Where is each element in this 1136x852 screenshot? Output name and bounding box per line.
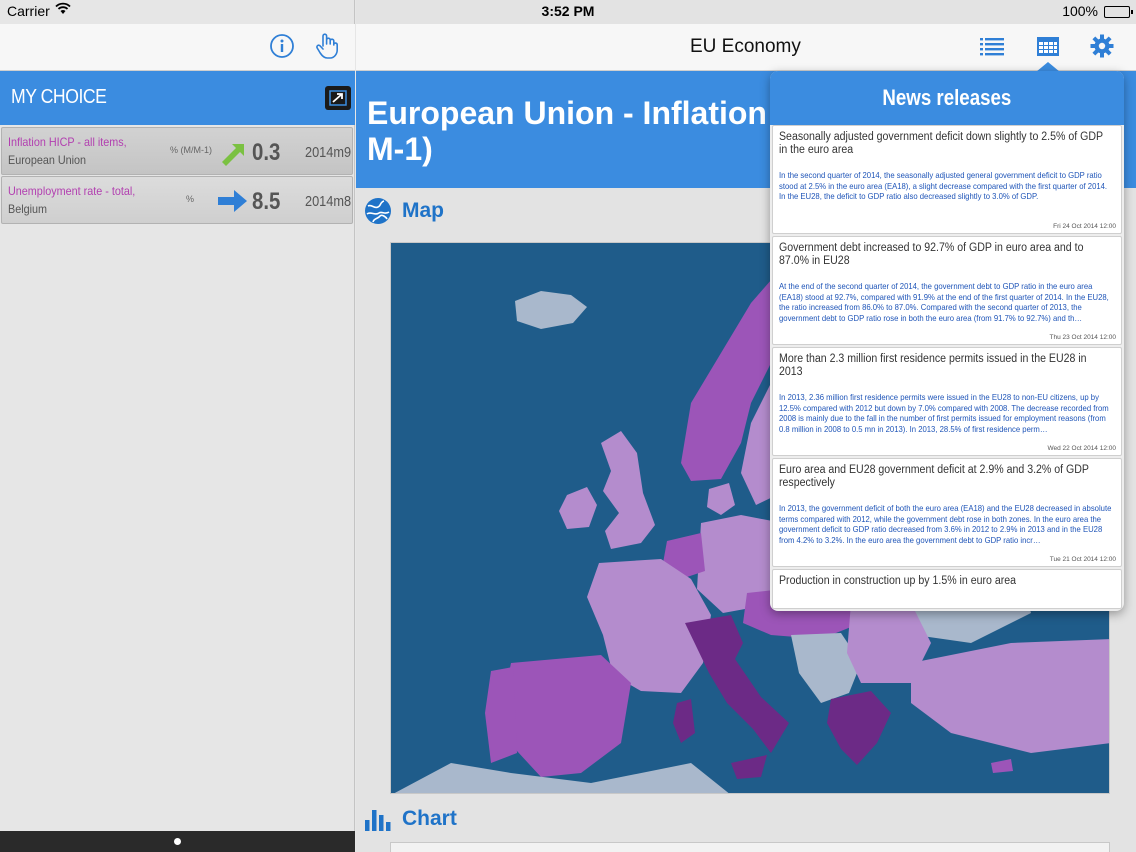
- indicator-name: Unemployment rate - total,: [8, 184, 136, 198]
- indicator-period: 2014m9: [305, 144, 352, 161]
- gear-icon[interactable]: [1088, 32, 1116, 60]
- map-section-header: Map: [364, 196, 444, 226]
- indicator-geo: European Union: [8, 153, 87, 167]
- list-icon[interactable]: [978, 32, 1006, 60]
- ipad-screen: MY CHOICE Inflation HICP - all items, Eu…: [0, 0, 1136, 852]
- battery-percent: 100%: [1062, 3, 1098, 19]
- news-releases-popover: News releases Seasonally adjusted govern…: [770, 71, 1124, 611]
- app-title: EU Economy: [690, 36, 801, 57]
- map-region-portugal: [485, 667, 517, 763]
- news-item[interactable]: Government debt increased to 92.7% of GD…: [772, 236, 1122, 345]
- news-item[interactable]: More than 2.3 million first residence pe…: [772, 347, 1122, 456]
- page-dot[interactable]: [174, 838, 181, 845]
- right-arrow-icon: [216, 187, 248, 215]
- battery-icon: [1104, 6, 1133, 18]
- indicator-period: 2014m8: [305, 193, 352, 210]
- news-calendar-icon[interactable]: [1034, 32, 1062, 60]
- news-item[interactable]: Production in construction up by 1.5% in…: [772, 569, 1122, 609]
- left-navigation-bar: [0, 24, 355, 71]
- left-pane: MY CHOICE Inflation HICP - all items, Eu…: [0, 0, 355, 852]
- indicator-name: Inflation HICP - all items,: [8, 135, 127, 149]
- chart-panel[interactable]: [390, 842, 1110, 852]
- chart-section-label: Chart: [402, 807, 457, 830]
- news-item[interactable]: Euro area and EU28 government deficit at…: [772, 458, 1122, 567]
- news-date: Tue 21 Oct 2014 12:00: [1049, 556, 1116, 563]
- indicator-row-unemployment[interactable]: Unemployment rate - total, Belgium % 8.5…: [1, 176, 353, 224]
- indicator-geo: Belgium: [8, 202, 48, 216]
- news-date: Wed 22 Oct 2014 12:00: [1047, 445, 1116, 452]
- indicator-row-inflation[interactable]: Inflation HICP - all items, European Uni…: [1, 127, 353, 175]
- up-right-arrow-icon: [216, 138, 248, 166]
- news-list: Seasonally adjusted government deficit d…: [770, 125, 1124, 609]
- hand-pointer-icon[interactable]: [313, 32, 341, 60]
- indicator-value: 8.5: [252, 188, 281, 215]
- page-indicator-bar: [0, 831, 355, 852]
- globe-icon: [365, 198, 391, 224]
- my-choice-header: MY CHOICE: [0, 71, 355, 125]
- status-time: 3:52 PM: [541, 3, 595, 19]
- news-summary: In the second quarter of 2014, the seaso…: [779, 170, 1108, 202]
- status-bar: Carrier 3:52 PM 100%: [0, 0, 1136, 24]
- popover-title: News releases: [882, 85, 1012, 110]
- expand-icon[interactable]: [325, 86, 351, 110]
- bar-chart-icon: [365, 810, 391, 831]
- indicator-value: 0.3: [252, 139, 281, 166]
- news-title: Euro area and EU28 government deficit at…: [779, 464, 1089, 489]
- indicator-list: Inflation HICP - all items, European Uni…: [0, 126, 355, 225]
- info-icon[interactable]: [268, 32, 296, 60]
- news-date: Fri 24 Oct 2014 12:00: [1053, 223, 1116, 230]
- news-item[interactable]: Seasonally adjusted government deficit d…: [772, 125, 1122, 234]
- news-title: More than 2.3 million first residence pe…: [779, 353, 1087, 378]
- chart-section-header: Chart: [364, 804, 457, 834]
- main-navigation-bar: EU Economy: [356, 24, 1136, 71]
- news-summary: At the end of the second quarter of 2014…: [779, 281, 1109, 323]
- news-date: Thu 23 Oct 2014 12:00: [1049, 334, 1117, 341]
- map-section-label: Map: [402, 199, 444, 222]
- my-choice-title: MY CHOICE: [11, 86, 107, 108]
- popover-header: News releases: [770, 71, 1124, 125]
- news-title: Production in construction up by 1.5% in…: [779, 575, 1017, 587]
- news-summary: In 2013, 2.36 million first residence pe…: [779, 392, 1109, 434]
- news-title: Seasonally adjusted government deficit d…: [779, 131, 1103, 156]
- news-title: Government debt increased to 92.7% of GD…: [779, 242, 1084, 267]
- indicator-unit: % (M/M-1): [170, 145, 212, 155]
- news-summary: In 2013, the government deficit of both …: [779, 503, 1112, 545]
- indicator-unit: %: [186, 194, 195, 204]
